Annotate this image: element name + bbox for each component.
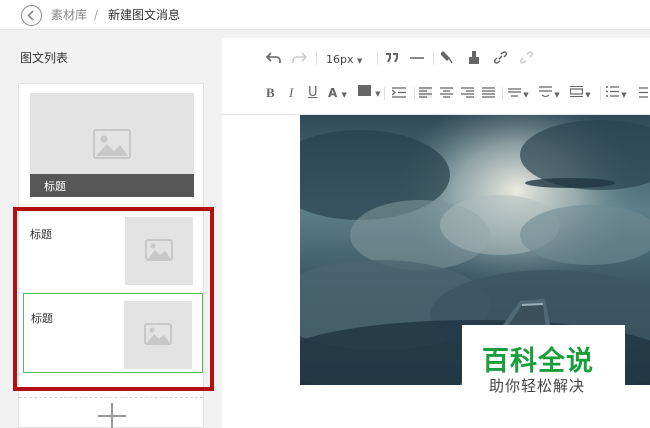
font-size-value: 16px (326, 53, 354, 66)
cover-title-bar: 标题 (30, 174, 194, 197)
italic-button[interactable]: I (289, 86, 293, 100)
list-item-thumbnail (125, 217, 193, 285)
blockquote-icon[interactable] (385, 53, 399, 63)
cover-article-card[interactable]: 标题 (30, 93, 194, 197)
format-brush-icon[interactable] (441, 51, 454, 65)
ordered-list-icon[interactable] (635, 87, 648, 98)
sidebar-title: 图文列表 (20, 51, 69, 65)
line-spacing-button[interactable]: ▼ (508, 86, 529, 102)
background-color-button[interactable]: ▼ (358, 85, 381, 101)
article-list-panel: 标题 标题 标题 (18, 83, 204, 428)
list-item-selected[interactable]: 标题 (23, 293, 203, 373)
watermark-brand: 百科全说 (482, 346, 594, 377)
list-item-title: 标题 (31, 312, 53, 325)
list-item-title: 标题 (30, 228, 52, 241)
paragraph-spacing-button[interactable]: ▼ (539, 86, 560, 102)
unordered-list-button[interactable]: ▼ (606, 86, 627, 102)
bold-button[interactable]: B (266, 86, 275, 100)
watermark-slogan: 助你轻松解决 (489, 377, 586, 395)
chevron-left-icon (27, 10, 34, 21)
unordered-list-icon (606, 86, 619, 97)
image-placeholder-icon (93, 129, 131, 159)
list-item[interactable]: 标题 (23, 210, 203, 290)
line-spacing-icon (508, 88, 521, 97)
align-justify-icon[interactable] (482, 87, 495, 98)
row-spacing-button[interactable]: ▼ (569, 86, 591, 102)
horizontal-rule-icon[interactable] (410, 57, 424, 60)
top-bar: 素材库 / 新建图文消息 (0, 0, 650, 30)
editor-toolbar: 16px ▼ B I U A ▼ ▼ ▼ ▼ ▼ ▼ (222, 38, 650, 115)
article-list-sidebar: 图文列表 标题 标题 标题 (0, 30, 222, 428)
undo-icon[interactable] (266, 51, 281, 64)
list-item-thumbnail (124, 301, 192, 369)
font-color-button[interactable]: A ▼ (328, 86, 347, 102)
breadcrumb-current: 新建图文消息 (108, 8, 181, 22)
add-article-row (19, 397, 203, 428)
image-placeholder-icon (144, 323, 172, 345)
row-spacing-icon (569, 86, 584, 97)
watermark-logo: 百科全说 助你轻松解决 (462, 325, 625, 428)
back-button[interactable] (21, 5, 42, 26)
redo-icon[interactable] (292, 51, 307, 64)
breadcrumb-parent[interactable]: 素材库 (51, 7, 87, 23)
align-right-icon[interactable] (461, 87, 474, 98)
cover-title: 标题 (44, 180, 66, 193)
image-placeholder-icon (145, 239, 173, 261)
align-left-icon[interactable] (419, 87, 432, 98)
underline-button[interactable]: U (308, 86, 318, 100)
align-center-icon[interactable] (440, 87, 453, 98)
font-size-select[interactable]: 16px ▼ (326, 53, 362, 66)
add-icon[interactable] (97, 400, 127, 428)
clear-format-icon[interactable] (468, 51, 480, 65)
unlink-icon[interactable] (520, 51, 533, 64)
indent-icon[interactable] (392, 87, 406, 98)
paragraph-spacing-icon (539, 86, 552, 98)
link-icon[interactable] (494, 51, 507, 64)
breadcrumb-separator: / (94, 8, 99, 22)
